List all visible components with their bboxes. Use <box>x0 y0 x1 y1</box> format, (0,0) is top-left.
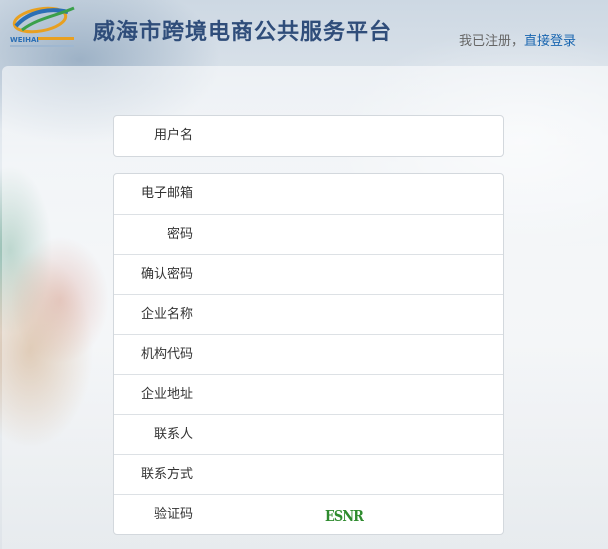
site-title: 威海市跨境电商公共服务平台 <box>93 19 393 45</box>
captcha-input[interactable] <box>206 501 320 530</box>
confirm-password-row: 确认密码 <box>114 254 503 294</box>
registration-form: 电子邮箱 密码 确认密码 企业名称 机构代码 企业地址 联系人 联系方式 验证码… <box>113 173 504 535</box>
password-label: 密码 <box>166 227 193 242</box>
captcha-row: 验证码 ESNR <box>114 494 503 534</box>
contact-method-row: 联系方式 <box>114 454 503 494</box>
logo-text: WEIHAI <box>10 36 39 44</box>
email-row: 电子邮箱 <box>114 174 503 214</box>
contact-person-input[interactable] <box>206 421 490 450</box>
org-code-label: 机构代码 <box>140 347 193 362</box>
org-code-row: 机构代码 <box>114 334 503 374</box>
org-code-input[interactable] <box>206 341 490 370</box>
contact-person-row: 联系人 <box>114 414 503 454</box>
company-address-row: 企业地址 <box>114 374 503 414</box>
weihai-logo-icon: WEIHAI <box>10 6 75 47</box>
captcha-label: 验证码 <box>153 507 193 522</box>
company-address-label: 企业地址 <box>140 387 193 402</box>
username-input[interactable] <box>206 122 490 151</box>
password-input[interactable] <box>206 221 490 250</box>
captcha-text: ESNR <box>325 507 364 524</box>
confirm-password-label: 确认密码 <box>140 267 193 282</box>
contact-method-label: 联系方式 <box>140 467 193 482</box>
login-area: 我已注册，直接登录 <box>459 30 576 49</box>
company-name-row: 企业名称 <box>114 294 503 334</box>
company-name-label: 企业名称 <box>140 307 193 322</box>
company-address-input[interactable] <box>206 381 490 410</box>
username-row: 用户名 <box>114 116 503 156</box>
contact-method-input[interactable] <box>206 461 490 490</box>
username-group: 用户名 <box>113 115 504 157</box>
email-label: 电子邮箱 <box>140 186 193 201</box>
username-label: 用户名 <box>153 128 193 143</box>
page-header: WEIHAI 威海市跨境电商公共服务平台 我已注册，直接登录 <box>0 0 608 66</box>
contact-person-label: 联系人 <box>153 427 193 442</box>
login-link[interactable]: 直接登录 <box>524 34 576 49</box>
email-input[interactable] <box>206 180 490 209</box>
company-name-input[interactable] <box>206 301 490 330</box>
confirm-password-input[interactable] <box>206 261 490 290</box>
captcha-image[interactable]: ESNR <box>324 506 364 524</box>
password-row: 密码 <box>114 214 503 254</box>
registered-prompt: 我已注册， <box>458 34 524 49</box>
